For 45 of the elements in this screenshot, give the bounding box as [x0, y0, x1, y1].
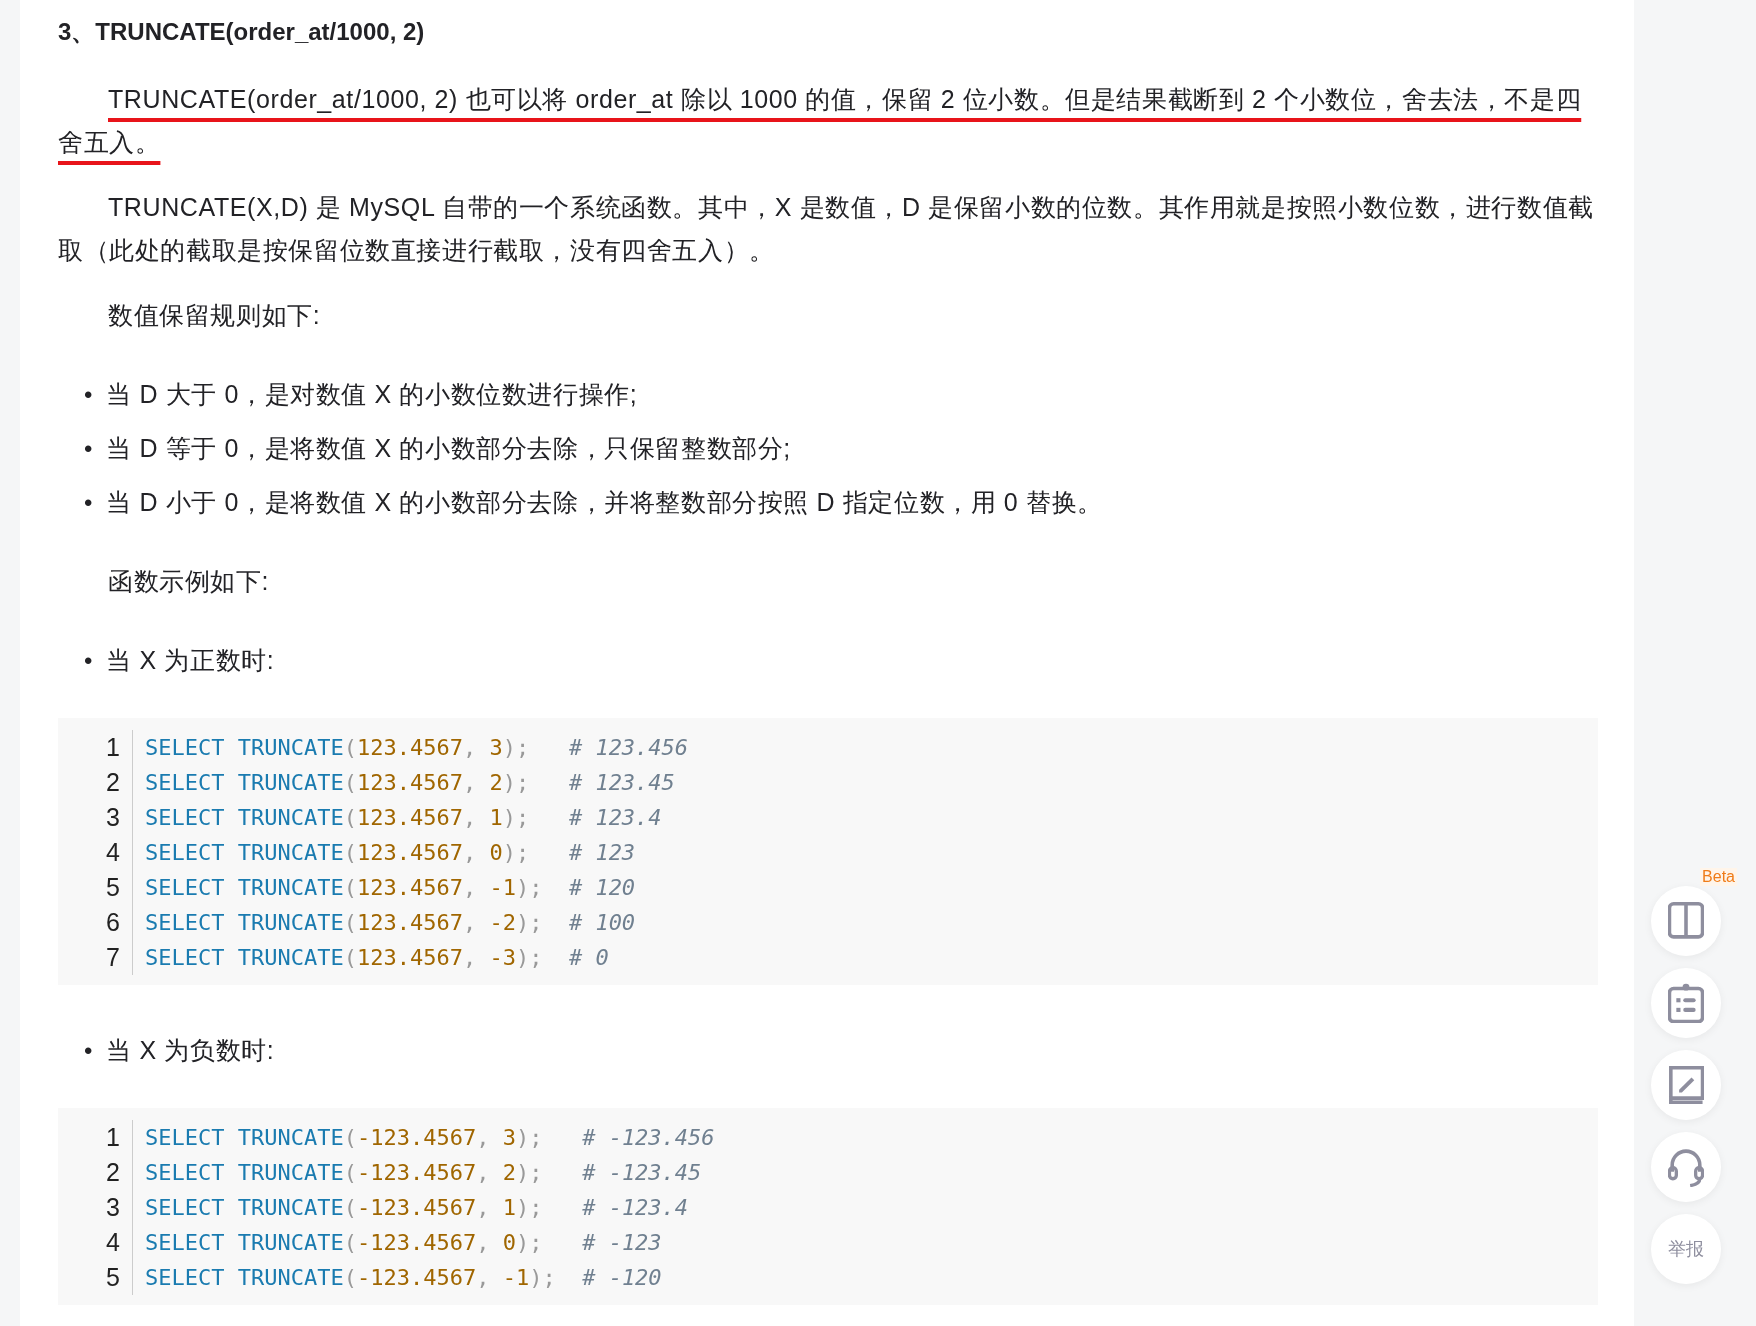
code-line: SELECT TRUNCATE(123.4567, 1); # 123.4: [144, 804, 662, 832]
line-number: 1: [58, 1120, 133, 1155]
bullet-marker: •: [84, 646, 93, 676]
paragraph: TRUNCATE(X,D) 是 MySQL 自带的一个系统函数。其中，X 是数值，D 是保留小数的位数。其作用就是按照小数位数，进行数值截取（此处的截取是按保留位数直接进行截取，没有四舍五入）。: [58, 192, 1595, 266]
bullet-marker: •: [84, 434, 93, 464]
line-number: 3: [58, 1190, 133, 1225]
line-number: 4: [58, 835, 133, 870]
clipboard-icon: [1668, 983, 1704, 1023]
bullet-item: 当 X 为负数时:: [106, 1035, 275, 1066]
line-number: 5: [58, 870, 133, 905]
code-line: SELECT TRUNCATE(123.4567, -1); # 120: [144, 874, 636, 902]
bullet-marker: •: [84, 488, 93, 518]
paragraph: TRUNCATE(order_at/1000, 2) 也可以将 order_at 除以 1000 的值，保留 2 位小数。但是结果截断到 2 个小数位，舍去法，不是四舍五入。: [58, 84, 1583, 158]
bullet-item: 当 D 小于 0，是将数值 X 的小数部分去除，并将整数部分按照 D 指定位数，用 0 替换。: [106, 487, 1103, 518]
line-number: 2: [58, 765, 133, 800]
code-line: SELECT TRUNCATE(-123.4567, 2); # -123.45: [144, 1159, 702, 1187]
beta-badge: Beta: [1700, 868, 1737, 886]
headset-icon: [1668, 1147, 1704, 1187]
bullet-marker: •: [84, 1036, 93, 1066]
code-line: SELECT TRUNCATE(123.4567, 0); # 123: [144, 839, 636, 867]
code-line: SELECT TRUNCATE(-123.4567, 0); # -123: [144, 1229, 662, 1257]
bullet-item: 当 D 大于 0，是对数值 X 的小数位数进行操作;: [106, 379, 638, 410]
line-number: 7: [58, 940, 133, 975]
code-line: SELECT TRUNCATE(123.4567, 2); # 123.45: [144, 769, 675, 797]
line-number: 3: [58, 800, 133, 835]
code-line: SELECT TRUNCATE(-123.4567, -1); # -120: [144, 1264, 662, 1292]
code-line: SELECT TRUNCATE(-123.4567, 1); # -123.4: [144, 1194, 689, 1222]
paragraph: 数值保留规则如下:: [107, 300, 322, 331]
code-line: SELECT TRUNCATE(123.4567, 3); # 123.456: [144, 734, 689, 762]
bullet-item: 当 X 为正数时:: [106, 645, 275, 676]
panel-icon: [1668, 901, 1704, 941]
paragraph: 函数示例如下:: [107, 566, 271, 597]
notebook-icon: [1668, 1065, 1704, 1105]
code-line: SELECT TRUNCATE(-123.4567, 3); # -123.456: [144, 1124, 715, 1152]
line-number: 6: [58, 905, 133, 940]
line-number: 5: [58, 1260, 133, 1295]
line-number: 4: [58, 1225, 133, 1260]
code-line: SELECT TRUNCATE(123.4567, -2); # 100: [144, 909, 636, 937]
section-heading: 3、TRUNCATE(order_at/1000, 2): [58, 17, 426, 47]
line-number: 2: [58, 1155, 133, 1190]
bullet-item: 当 D 等于 0，是将数值 X 的小数部分去除，只保留整数部分;: [106, 433, 791, 464]
report-button[interactable]: 举报: [1651, 1214, 1721, 1284]
code-line: SELECT TRUNCATE(123.4567, -3); # 0: [144, 944, 609, 972]
line-number: 1: [58, 730, 133, 765]
bullet-marker: •: [84, 380, 93, 410]
